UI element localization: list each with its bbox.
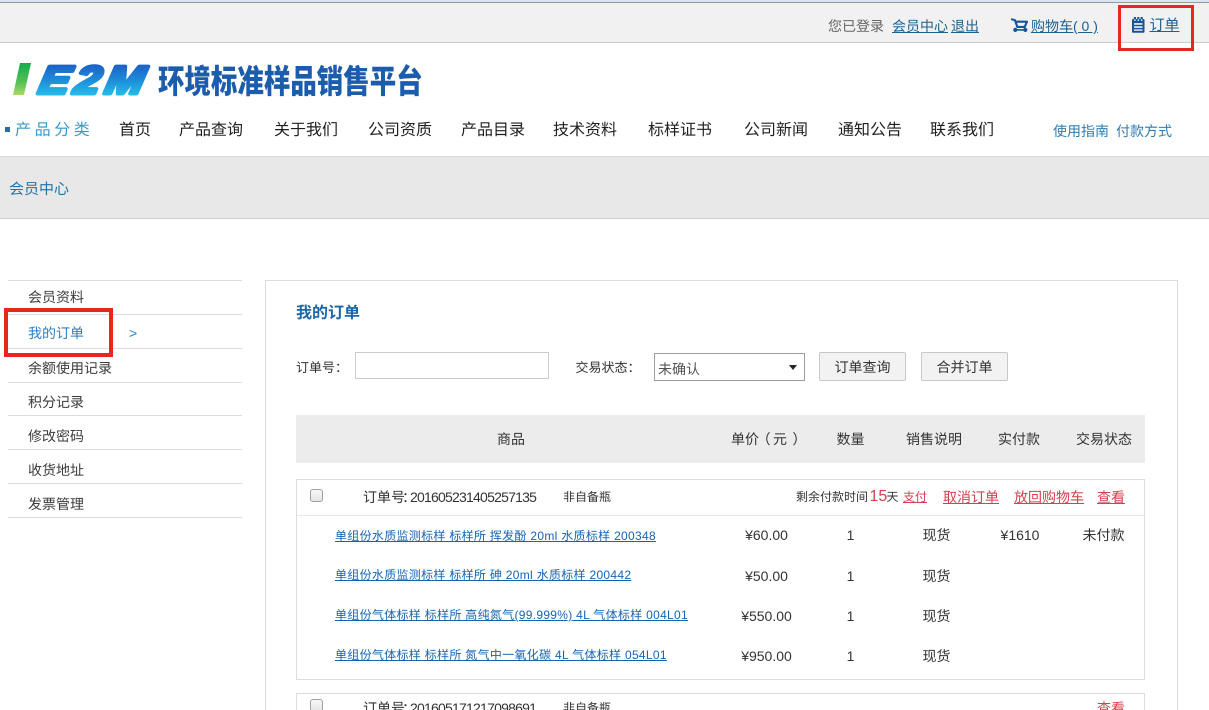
svg-text:E2M: E2M	[35, 59, 154, 103]
